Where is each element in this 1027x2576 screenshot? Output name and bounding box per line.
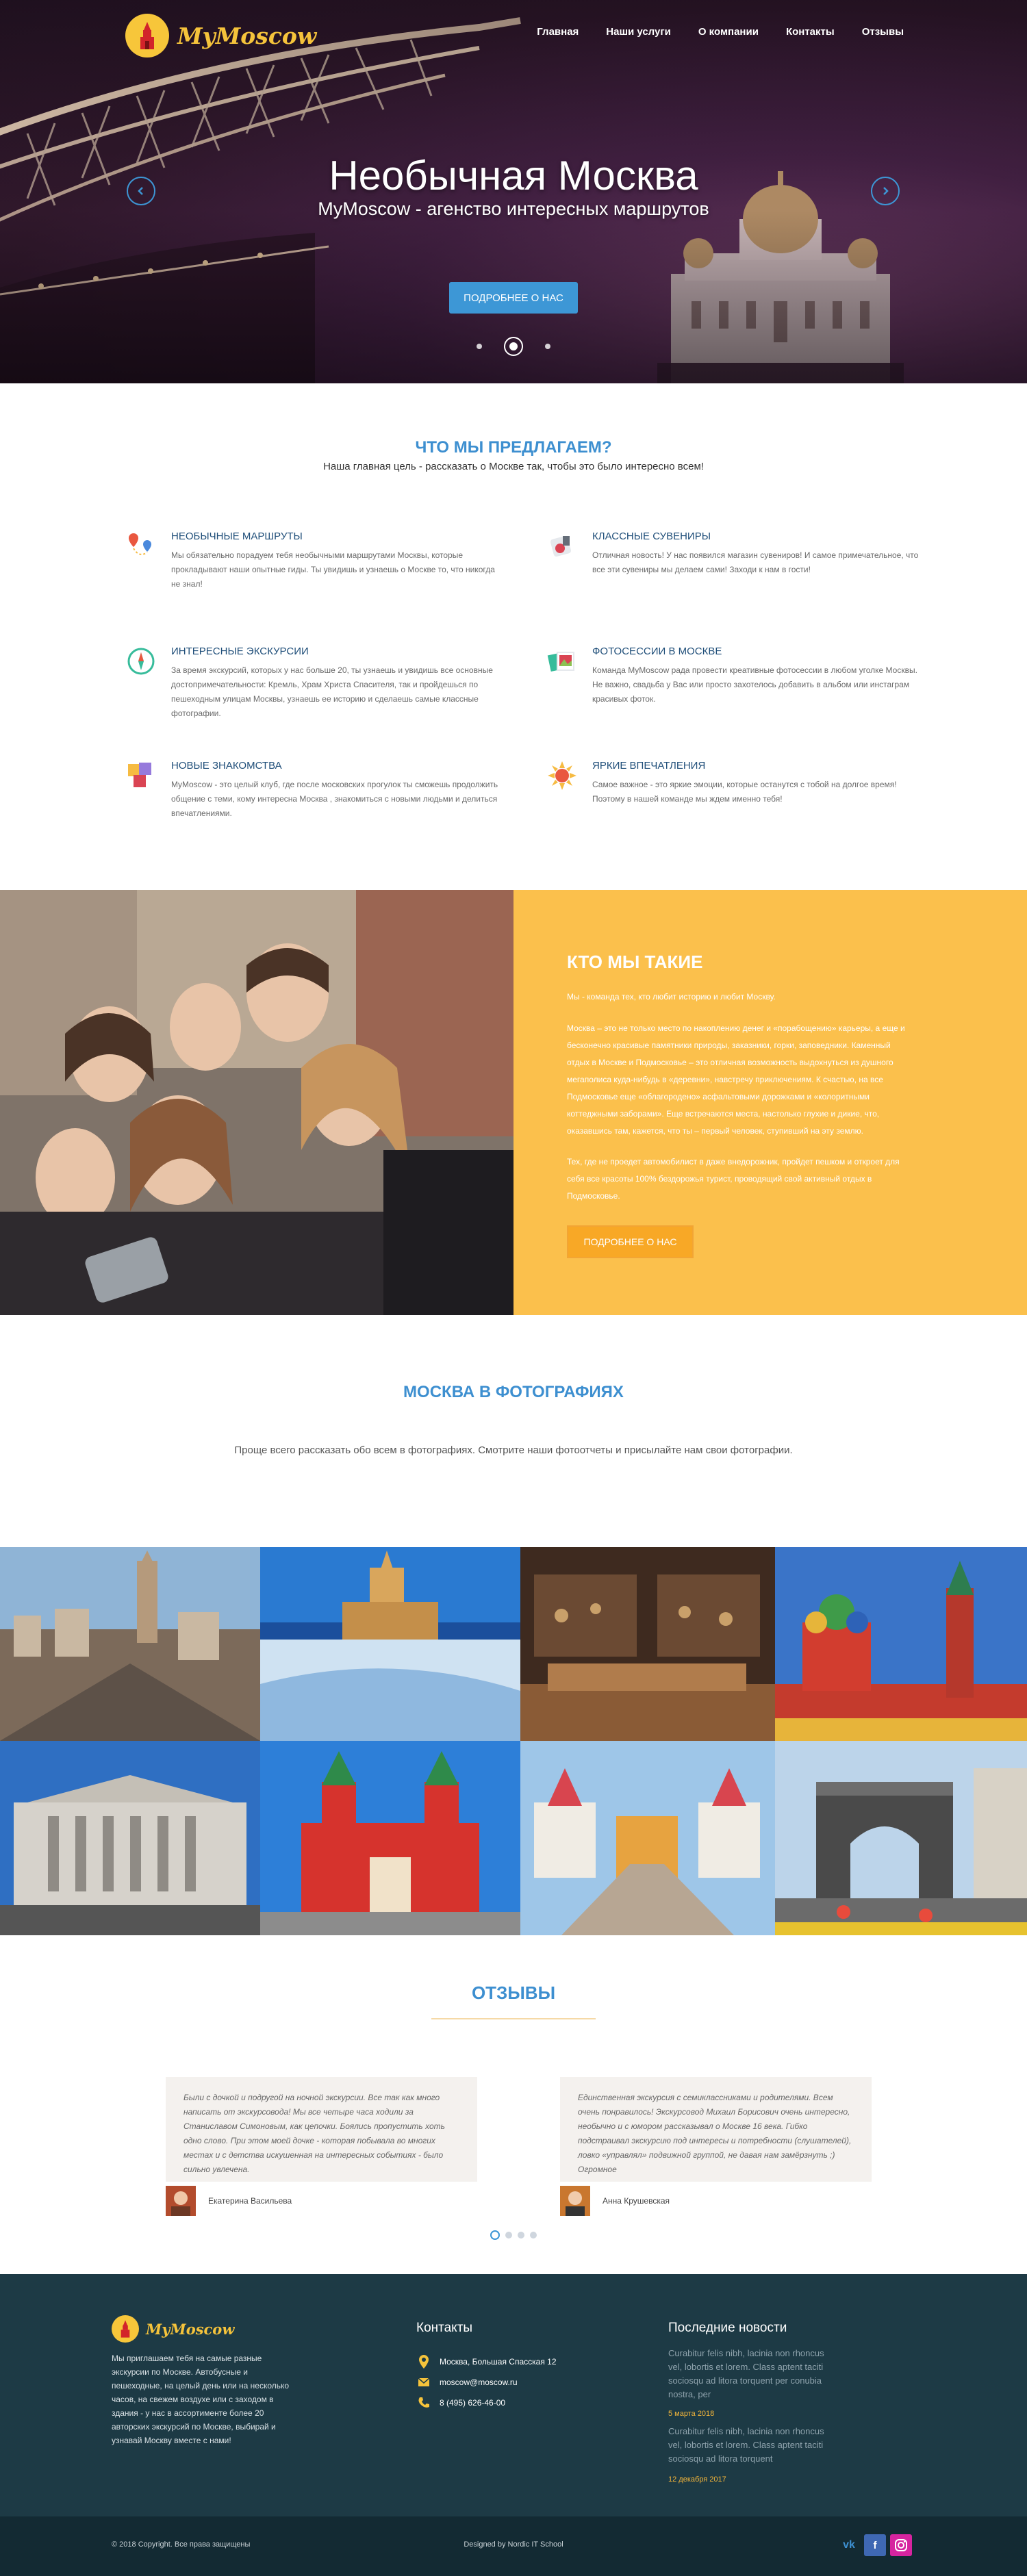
souvenir-icon — [550, 535, 572, 557]
kremlin-tower-icon — [112, 2315, 139, 2343]
footer-about-text: Мы приглашаем тебя на самые разные экску… — [112, 2354, 290, 2445]
service-title: ФОТОСЕССИИ В МОСКВЕ — [592, 646, 722, 657]
service-text: Отличная новость! У нас появился магазин… — [592, 550, 919, 574]
footer-phone[interactable]: 8 (495) 626-46-00 — [416, 2395, 505, 2410]
map-pins-icon — [129, 533, 151, 555]
gallery-photo-city-panorama[interactable] — [0, 1547, 260, 1741]
reviews-dot-3[interactable] — [518, 2232, 524, 2239]
people-icon — [128, 763, 151, 787]
about-group-photo — [0, 890, 514, 1315]
footer-logo[interactable]: MyMoscow — [112, 2315, 234, 2343]
footer-email-text: moscow@moscow.ru — [440, 2377, 518, 2387]
review-author: Анна Крушевская — [560, 2186, 670, 2216]
hero-subtitle: MyMoscow - агенство интересных маршрутов — [318, 199, 709, 219]
footer-news-date: 5 марта 2018 — [668, 2410, 715, 2418]
slider-dot-2[interactable] — [504, 337, 523, 356]
vk-icon[interactable]: vk — [838, 2534, 860, 2556]
nav-item-services[interactable]: Наши услуги — [606, 26, 671, 38]
about-more-button[interactable]: ПОДРОБНЕЕ О НАС — [567, 1225, 694, 1258]
footer-email[interactable]: moscow@moscow.ru — [416, 2375, 518, 2390]
footer-address: Москва, Большая Спасская 12 — [416, 2354, 557, 2369]
footer-news-item[interactable]: Curabitur felis nibh, lacinia non rhoncu… — [668, 2425, 839, 2466]
photos-title: МОСКВА В ФОТОГРАФИЯХ — [403, 1383, 624, 1401]
reviews-pagination — [0, 2230, 1027, 2240]
facebook-icon[interactable]: f — [864, 2534, 886, 2556]
avatar — [166, 2186, 196, 2216]
services-subtitle: Наша главная цель - рассказать о Москве … — [323, 461, 704, 472]
logo-text: MyMoscow — [177, 22, 317, 49]
service-title: ИНТЕРЕСНЫЕ ЭКСКУРСИИ — [171, 646, 309, 657]
slider-dot-3[interactable] — [545, 344, 550, 349]
main-nav: Главная Наши услуги О компании Контакты … — [537, 26, 904, 38]
footer-contacts-title: Контакты — [416, 2321, 473, 2335]
sun-icon — [548, 761, 576, 790]
hero-title: Необычная Москва — [329, 153, 698, 199]
gallery-photo-pushkin-museum[interactable] — [0, 1741, 260, 1935]
site-header: MyMoscow Главная Наши услуги О компании … — [0, 0, 1027, 68]
envelope-icon — [416, 2375, 431, 2390]
service-text: Самое важное - это яркие эмоции, которые… — [592, 780, 897, 804]
footer-address-text: Москва, Большая Спасская 12 — [440, 2357, 557, 2367]
reviews-dot-2[interactable] — [505, 2232, 512, 2239]
photo-icon — [547, 652, 574, 672]
reviews-divider — [431, 2018, 596, 2019]
gallery-photo-red-square[interactable] — [775, 1547, 1027, 1741]
nav-item-reviews[interactable]: Отзывы — [862, 26, 904, 38]
logo[interactable]: MyMoscow — [125, 14, 316, 58]
service-title: КЛАССНЫЕ СУВЕНИРЫ — [592, 531, 711, 542]
nav-item-contacts[interactable]: Контакты — [786, 26, 835, 38]
location-pin-icon — [416, 2354, 431, 2369]
service-text: MyMoscow - это целый клуб, где после мос… — [171, 780, 498, 818]
about-paragraph-3: Тех, где не проедет автомобилист в даже … — [567, 1157, 900, 1201]
about-title: КТО МЫ ТАКИЕ — [567, 952, 703, 972]
nav-item-home[interactable]: Главная — [537, 26, 579, 38]
about-paragraph-2: Москва – это не только место по накоплен… — [567, 1023, 905, 1136]
compass-icon — [127, 648, 155, 675]
review-card: Были с дочкой и подругой на ночной экску… — [166, 2077, 477, 2182]
service-title: НЕОБЫЧНЫЕ МАРШРУТЫ — [171, 531, 303, 542]
social-links: vk f — [838, 2534, 912, 2556]
instagram-icon[interactable] — [890, 2534, 912, 2556]
gallery-photo-river-winter[interactable] — [260, 1547, 520, 1741]
footer-news-date: 12 декабря 2017 — [668, 2475, 726, 2484]
author-name: Анна Крушевская — [603, 2196, 670, 2206]
about-paragraph-1: Мы - команда тех, кто любит историю и лю… — [567, 992, 776, 1002]
service-text: Команда MyMoscow рада провести креативны… — [592, 665, 917, 704]
service-title: ЯРКИЕ ВПЕЧАТЛЕНИЯ — [592, 760, 706, 771]
service-text: За время экскурсий, которых у нас больше… — [171, 665, 493, 718]
reviews-dot-4[interactable] — [530, 2232, 537, 2239]
photo-gallery — [0, 1547, 1027, 1935]
phone-icon — [416, 2395, 431, 2410]
nav-item-about[interactable]: О компании — [698, 26, 759, 38]
reviews-title: ОТЗЫВЫ — [471, 1982, 556, 2003]
service-text: Мы обязательно порадуем тебя необычными … — [171, 550, 495, 589]
services-title: ЧТО МЫ ПРЕДЛАГАЕМ? — [415, 438, 612, 457]
reviews-dot-1[interactable] — [490, 2230, 500, 2240]
footer-logo-text: MyMoscow — [146, 2320, 235, 2338]
slider-dots — [0, 337, 1027, 356]
author-name: Екатерина Васильева — [208, 2196, 292, 2206]
review-card: Единственная экскурсия с семиклассниками… — [560, 2077, 872, 2182]
kremlin-tower-icon — [125, 14, 169, 58]
gallery-photo-triumphal-arch[interactable] — [775, 1741, 1027, 1935]
footer-phone-text: 8 (495) 626-46-00 — [440, 2398, 506, 2408]
gallery-photo-museum-hall[interactable] — [520, 1547, 775, 1741]
footer-news-item[interactable]: Curabitur felis nibh, lacinia non rhoncu… — [668, 2347, 839, 2401]
avatar — [560, 2186, 590, 2216]
photos-subtitle: Проще всего рассказать обо всем в фотогр… — [234, 1444, 793, 1456]
gallery-photo-resurrection-gate[interactable] — [260, 1741, 520, 1935]
slider-dot-1[interactable] — [477, 344, 482, 349]
hero-slider: MyMoscow Главная Наши услуги О компании … — [0, 0, 1027, 383]
hero-more-button[interactable]: ПОДРОБНЕЕ О НАС — [449, 282, 578, 314]
service-title: НОВЫЕ ЗНАКОМСТВА — [171, 760, 282, 771]
footer-news-title: Последние новости — [668, 2321, 787, 2335]
gallery-photo-izmailovo-kremlin[interactable] — [520, 1741, 775, 1935]
review-author: Екатерина Васильева — [166, 2186, 292, 2216]
